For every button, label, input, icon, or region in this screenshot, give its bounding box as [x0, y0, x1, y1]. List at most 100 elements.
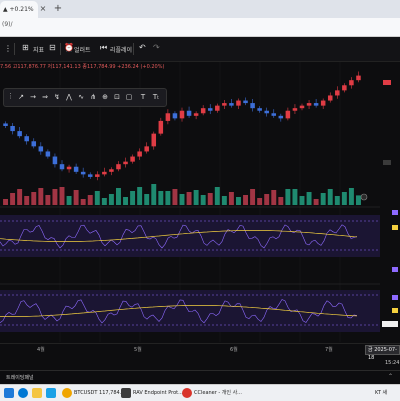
volume-bar — [292, 189, 298, 205]
replay-icon[interactable]: ⏮ — [100, 43, 107, 53]
volume-bar — [299, 196, 305, 205]
taskbar: BTCUSDT 117,784... RAV Endpoint Prot... … — [0, 384, 400, 401]
volume-bar — [17, 189, 23, 205]
time-axis[interactable]: 4월 5월 6월 7월 — [0, 343, 400, 355]
volume-bar — [31, 192, 37, 205]
volume-bar — [334, 196, 340, 205]
volume-bar — [179, 194, 185, 205]
volume-bar — [101, 198, 107, 205]
candle-body — [215, 105, 220, 111]
btc-app-icon[interactable] — [62, 388, 72, 398]
candle-body — [257, 108, 262, 111]
alert-icon[interactable]: ⏰ — [64, 43, 74, 52]
osc-marker — [392, 267, 398, 272]
candle-body — [186, 110, 192, 116]
note-icon[interactable]: Tₜ — [151, 92, 161, 102]
range-icon[interactable]: ⊡ — [112, 92, 122, 102]
arrow-icon[interactable]: ⇒ — [40, 92, 50, 102]
trading-panel-bar[interactable]: 트레이딩패널 ⌃ — [0, 370, 400, 383]
trading-panel-title[interactable]: 트레이딩패널 — [6, 374, 34, 381]
undo-icon[interactable]: ↶ — [139, 43, 146, 52]
volume-bar — [271, 190, 277, 205]
rectangle-icon[interactable]: ▢ — [124, 92, 134, 102]
candle-body — [80, 171, 86, 175]
volume-bar — [87, 195, 93, 205]
start-icon[interactable] — [4, 388, 14, 398]
ray-icon[interactable]: → — [28, 92, 38, 102]
edge-icon[interactable] — [18, 388, 28, 398]
settings-icon[interactable]: ⋮ — [4, 44, 12, 53]
wave-icon[interactable]: ∿ — [76, 92, 86, 102]
pitchfork-icon[interactable]: ⋔ — [88, 92, 98, 102]
candle-body — [116, 164, 121, 170]
text-icon[interactable]: T — [138, 92, 148, 102]
volume-bar — [38, 188, 44, 205]
system-tray[interactable]: KT 새 — [375, 387, 387, 399]
close-tab-icon[interactable]: × — [38, 2, 48, 16]
volume-bar — [137, 187, 143, 205]
osc-marker — [392, 225, 398, 230]
candle-body — [66, 166, 72, 170]
redo-icon[interactable]: ↷ — [153, 43, 160, 52]
drag-handle-icon[interactable]: ⋮ — [7, 92, 14, 100]
expand-panel-icon[interactable]: ⌃ — [388, 373, 393, 380]
volume-bar — [221, 196, 227, 205]
app-icon[interactable] — [46, 388, 56, 398]
candle-body — [95, 174, 100, 177]
volume-bar — [24, 196, 30, 205]
candle-body — [52, 156, 58, 165]
volume-bar — [320, 193, 326, 205]
price-axis[interactable] — [380, 62, 400, 354]
candle-body — [313, 103, 319, 106]
candle-body — [278, 115, 284, 119]
taskbar-app-rav[interactable]: RAV Endpoint Prot... — [133, 387, 183, 399]
volume-bar — [45, 195, 51, 205]
dark-toggle[interactable] — [382, 321, 398, 327]
candle-body — [236, 100, 241, 106]
volume-bar — [341, 192, 347, 205]
candle-body — [17, 131, 22, 137]
candle-body — [165, 113, 171, 121]
candle-body — [137, 151, 142, 157]
folder-icon[interactable] — [32, 388, 42, 398]
ccleaner-app-icon[interactable] — [182, 388, 192, 398]
volume-bar — [348, 188, 354, 205]
osc-marker — [392, 210, 398, 215]
candle-body — [349, 80, 354, 86]
volume-bar — [52, 189, 58, 205]
crosshair-icon[interactable]: ⊕ — [100, 92, 110, 102]
toolbar-divider — [133, 43, 134, 55]
address-bar[interactable]: (9)/ — [0, 18, 400, 37]
layout-icon[interactable]: ⊟ — [49, 43, 56, 52]
candle-body — [264, 110, 269, 114]
candle-body — [3, 123, 8, 126]
volume-bar — [278, 197, 284, 205]
candle-body — [130, 156, 135, 162]
alerts-button[interactable]: 얼러트 — [74, 45, 91, 54]
candle-body — [320, 100, 326, 106]
volume-bar — [10, 193, 16, 205]
rav-app-icon[interactable] — [121, 388, 131, 398]
trend-line-icon[interactable]: ↗ — [16, 92, 26, 102]
candle-body — [271, 113, 277, 116]
replay-button[interactable]: 리플레이 — [110, 45, 132, 54]
taskbar-app-ccleaner[interactable]: CCleaner - 개인 사... — [194, 387, 242, 399]
new-tab-button[interactable]: + — [52, 2, 64, 16]
collapse-pane-icon — [360, 193, 368, 201]
candle-body — [87, 174, 93, 177]
time-label-may: 5월 — [134, 347, 142, 353]
candle-body — [158, 120, 164, 134]
indicators-icon[interactable]: ⊞ — [22, 43, 29, 52]
browser-tab[interactable]: ▲ +0.21% — [0, 1, 38, 18]
pattern-icon[interactable]: ⋀ — [64, 92, 74, 102]
taskbar-app-btc[interactable]: BTCUSDT 117,784... — [74, 387, 124, 399]
volume-bar — [200, 195, 206, 205]
time-label-apr: 4월 — [37, 347, 45, 353]
volume-bar — [313, 199, 319, 205]
zigzag-icon[interactable]: ↯ — [52, 92, 62, 102]
indicators-button[interactable]: 지표 — [33, 45, 44, 54]
osc-marker — [392, 295, 398, 300]
volume-bar — [193, 190, 199, 205]
candle-body — [144, 146, 149, 152]
candle-body — [229, 103, 234, 106]
